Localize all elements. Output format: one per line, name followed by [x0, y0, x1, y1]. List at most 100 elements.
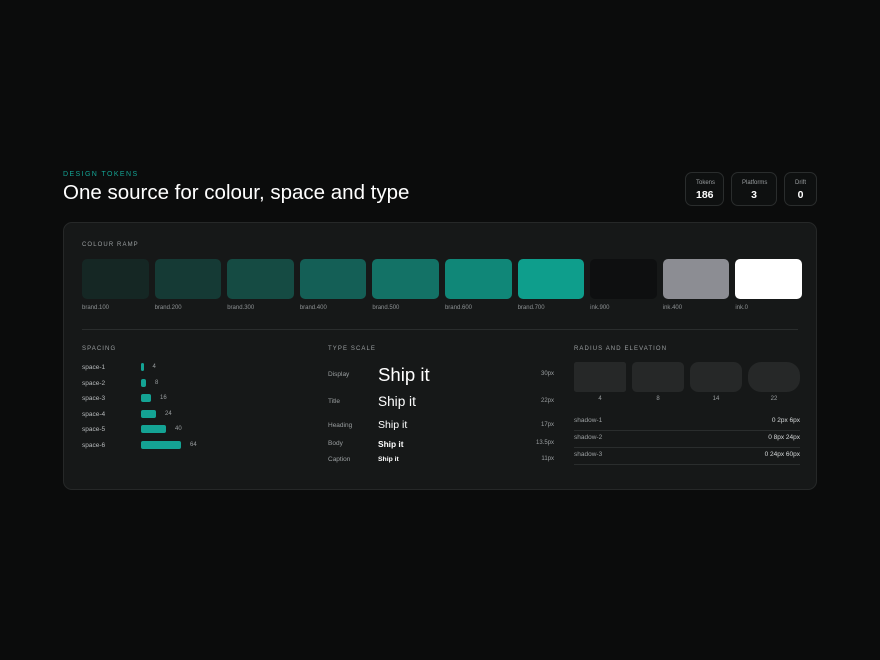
type-style-name: Heading [328, 421, 353, 429]
spacing-value: 8 [155, 380, 159, 386]
color-swatch[interactable]: brand.700 [517, 259, 585, 311]
swatch-name: brand.100 [82, 305, 110, 311]
swatch-chip [154, 259, 222, 299]
swatch-chip [735, 259, 802, 299]
spacing-value: 40 [175, 426, 182, 432]
spacing-bar [141, 425, 166, 433]
page-title: One source for colour, space and type [63, 181, 410, 204]
shadow-row: shadow-3 0 24px 60px [574, 448, 800, 465]
shadow-value: 0 2px 6px [771, 417, 800, 424]
shadow-row: shadow-1 0 2px 6px [574, 414, 800, 431]
spacing-bar [141, 394, 151, 402]
swatch-name: brand.700 [517, 305, 545, 311]
type-sample: Ship it [378, 439, 404, 449]
color-swatch[interactable]: brand.500 [372, 259, 439, 311]
type-scale-row: Body Ship it 13.5px [328, 439, 554, 450]
spacing-bar [141, 379, 146, 387]
type-style-name: Body [328, 440, 343, 448]
swatch-name: ink.900 [590, 305, 610, 311]
type-style-name: Caption [328, 456, 351, 463]
spacing-name: space-2 [82, 379, 106, 387]
spacing-name: space-4 [82, 410, 106, 418]
spacing-value: 64 [190, 442, 197, 448]
stat-label: Platforms [742, 180, 768, 186]
divider [82, 329, 798, 330]
swatch-name: brand.500 [372, 305, 400, 311]
type-size-value: 11px [541, 456, 554, 462]
swatch-chip [372, 259, 439, 299]
spacing-bar [141, 441, 181, 449]
color-swatch[interactable]: ink.900 [590, 259, 657, 311]
color-swatch[interactable]: brand.600 [444, 259, 512, 311]
swatch-chip [517, 259, 585, 299]
shadow-name: shadow-3 [574, 451, 603, 458]
spacing-value: 24 [165, 411, 172, 417]
type-style-name: Display [328, 371, 350, 379]
radius-value: 8 [656, 396, 660, 402]
shadow-row: shadow-2 0 8px 24px [574, 431, 800, 448]
stat-value: 0 [797, 189, 804, 201]
spacing-bar [141, 363, 144, 371]
spacing-row: space-6 64 [82, 440, 197, 450]
swatch-chip [662, 259, 730, 299]
type-sample: Ship it [378, 419, 408, 431]
type-scale-row: Display Ship it 30px [328, 363, 554, 387]
spacing-name: space-6 [82, 441, 106, 449]
design-tokens-page: DESIGN TOKENS One source for colour, spa… [0, 0, 880, 660]
shadow-value: 0 24px 60px [764, 451, 800, 458]
type-size-value: 22px [540, 397, 554, 404]
type-style-name: Title [328, 397, 341, 405]
radius-elevation-label: RADIUS AND ELEVATION [574, 346, 668, 352]
spacing-row: space-2 8 [82, 378, 158, 388]
stat-label: Drift [795, 180, 806, 186]
spacing-row: space-5 40 [82, 424, 182, 434]
spacing-value: 4 [152, 364, 156, 370]
stat-tokens: Tokens 186 [685, 172, 724, 206]
type-scale-row: Title Ship it 22px [328, 393, 554, 411]
type-sample: Ship it [378, 456, 399, 463]
color-swatch[interactable]: ink.0 [735, 259, 802, 311]
swatch-name: brand.300 [227, 305, 255, 311]
spacing-name: space-1 [82, 363, 106, 371]
swatch-chip [227, 259, 294, 299]
spacing-label: SPACING [82, 346, 117, 352]
swatch-chip [444, 259, 512, 299]
radius-sample [748, 362, 800, 392]
color-swatch[interactable]: brand.400 [299, 259, 367, 311]
color-swatch[interactable]: brand.100 [82, 259, 149, 311]
radius-value: 22 [770, 396, 778, 402]
type-scale-row: Caption Ship it 11px [328, 455, 554, 465]
spacing-value: 16 [160, 395, 167, 401]
stats-group: Tokens 186 Platforms 3 Drift 0 [685, 172, 817, 206]
swatch-chip [299, 259, 367, 299]
type-size-value: 30px [540, 371, 554, 378]
type-scale-label: TYPE SCALE [328, 346, 377, 352]
swatch-chip [82, 259, 149, 299]
radius-value: 14 [712, 396, 720, 402]
spacing-bar [141, 410, 156, 418]
stat-value: 186 [696, 189, 714, 201]
tokens-card: COLOUR RAMP brand.100 brand.200 brand.300 b… [63, 222, 817, 490]
radius-sample [690, 362, 742, 392]
type-sample: Ship it [378, 364, 430, 385]
swatch-name: brand.200 [154, 305, 182, 311]
spacing-row: space-1 4 [82, 362, 156, 372]
color-swatch[interactable]: ink.400 [662, 259, 730, 311]
shadow-value: 0 8px 24px [768, 434, 800, 441]
swatch-name: ink.0 [735, 305, 749, 311]
color-swatch[interactable]: brand.200 [154, 259, 222, 311]
swatch-name: ink.400 [662, 305, 683, 311]
type-size-value: 17px [540, 421, 554, 428]
spacing-row: space-3 16 [82, 393, 167, 403]
color-swatch[interactable]: brand.300 [227, 259, 294, 311]
spacing-name: space-5 [82, 425, 106, 433]
stat-platforms: Platforms 3 [731, 172, 777, 206]
swatch-chip [590, 259, 657, 299]
type-size-value: 13.5px [535, 440, 554, 447]
colour-ramp: brand.100 brand.200 brand.300 brand.400 bran… [82, 259, 802, 311]
stat-value: 3 [751, 189, 757, 201]
spacing-name: space-3 [82, 394, 106, 402]
type-scale-row: Heading Ship it 17px [328, 419, 554, 433]
spacing-row: space-4 24 [82, 409, 172, 419]
swatch-name: brand.400 [299, 305, 327, 311]
